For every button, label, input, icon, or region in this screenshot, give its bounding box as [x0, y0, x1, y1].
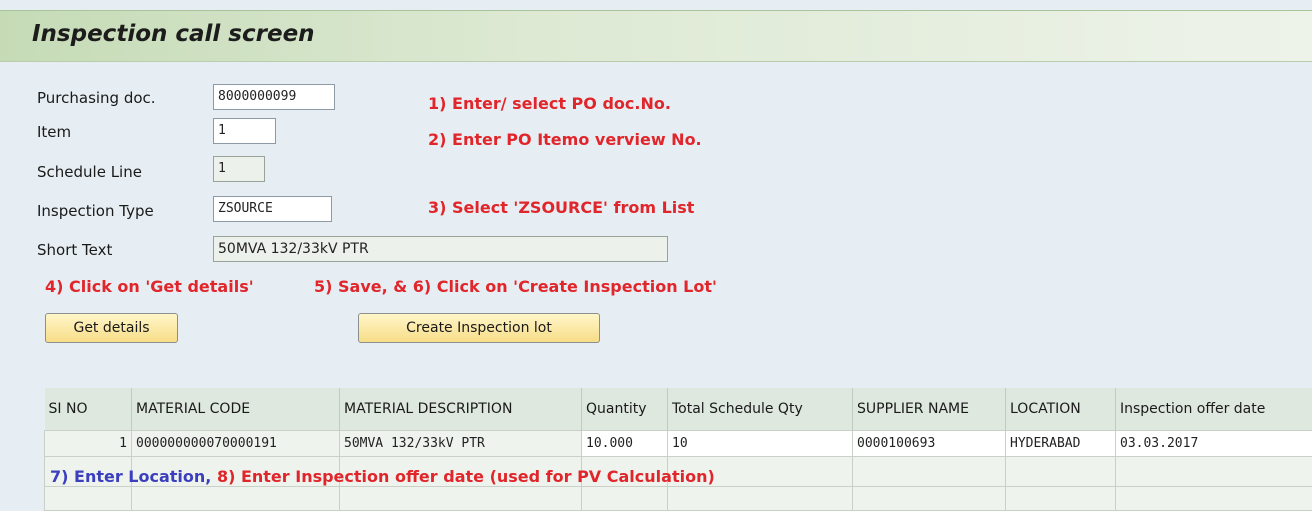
cell-inspection-offer-date[interactable]: 03.03.2017	[1116, 431, 1312, 457]
empty-cell	[340, 487, 582, 511]
inspection-type-label: Inspection Type	[37, 201, 154, 221]
cell-material-description: 50MVA 132/33kV PTR	[340, 431, 582, 457]
empty-cell	[1116, 457, 1312, 487]
cell-supplier-name[interactable]: 0000100693	[853, 431, 1006, 457]
empty-cell	[132, 487, 340, 511]
column-header-material-code[interactable]: MATERIAL CODE	[132, 388, 340, 431]
empty-cell	[1006, 457, 1116, 487]
annotation-step7-8: 7) Enter Location, 8) Enter Inspection o…	[50, 467, 715, 486]
annotation-step3: 3) Select 'ZSOURCE' from List	[428, 198, 694, 217]
item-label: Item	[37, 122, 71, 142]
schedule-line-label: Schedule Line	[37, 162, 142, 182]
column-header-total-schedule-qty[interactable]: Total Schedule Qty	[668, 388, 853, 431]
cell-quantity[interactable]: 10.000	[582, 431, 668, 457]
short-text-field: 50MVA 132/33kV PTR	[213, 236, 668, 262]
annotation-step7: 7) Enter Location,	[50, 467, 211, 486]
empty-cell	[45, 487, 132, 511]
short-text-label: Short Text	[37, 240, 112, 260]
empty-cell	[853, 457, 1006, 487]
page-title: Inspection call screen	[32, 21, 315, 47]
inspection-type-input[interactable]: ZSOURCE	[213, 196, 332, 222]
purchasing-doc-input[interactable]: 8000000099	[213, 84, 335, 110]
empty-cell	[668, 487, 853, 511]
title-bar: Inspection call screen	[0, 10, 1312, 62]
empty-cell	[582, 487, 668, 511]
schedule-line-field: 1	[213, 156, 265, 182]
column-header-location[interactable]: LOCATION	[1006, 388, 1116, 431]
cell-si-no: 1	[45, 431, 132, 457]
annotation-step5-6: 5) Save, & 6) Click on 'Create Inspectio…	[314, 277, 717, 296]
table-row: 1 000000000070000191 50MVA 132/33kV PTR …	[45, 431, 1312, 457]
create-inspection-lot-button[interactable]: Create Inspection lot	[358, 313, 600, 343]
item-input[interactable]: 1	[213, 118, 276, 144]
get-details-button[interactable]: Get details	[45, 313, 178, 343]
column-header-material-description[interactable]: MATERIAL DESCRIPTION	[340, 388, 582, 431]
column-header-supplier-name[interactable]: SUPPLIER NAME	[853, 388, 1006, 431]
cell-location[interactable]: HYDERABAD	[1006, 431, 1116, 457]
column-header-si-no[interactable]: SI NO	[45, 388, 132, 431]
cell-material-code: 000000000070000191	[132, 431, 340, 457]
annotation-step8: 8) Enter Inspection offer date (used for…	[217, 467, 715, 486]
purchasing-doc-label: Purchasing doc.	[37, 88, 156, 108]
inspection-table: SI NO MATERIAL CODE MATERIAL DESCRIPTION…	[44, 388, 1312, 511]
annotation-step1: 1) Enter/ select PO doc.No.	[428, 94, 671, 113]
column-header-quantity[interactable]: Quantity	[582, 388, 668, 431]
annotation-step2: 2) Enter PO Itemo verview No.	[428, 130, 702, 149]
table-row-empty	[45, 487, 1312, 511]
cell-total-schedule-qty[interactable]: 10	[668, 431, 853, 457]
annotation-step4: 4) Click on 'Get details'	[45, 277, 254, 296]
empty-cell	[1006, 487, 1116, 511]
empty-cell	[1116, 487, 1312, 511]
column-header-inspection-offer-date[interactable]: Inspection offer date	[1116, 388, 1312, 431]
table-header-row: SI NO MATERIAL CODE MATERIAL DESCRIPTION…	[45, 388, 1312, 431]
empty-cell	[853, 487, 1006, 511]
